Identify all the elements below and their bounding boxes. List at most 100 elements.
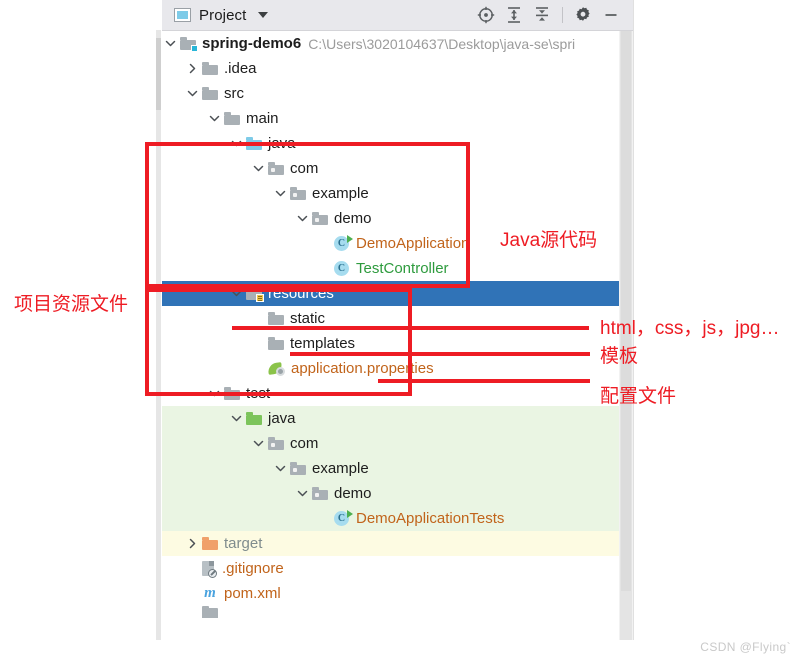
- tree-node-label: example: [312, 185, 369, 202]
- chevron-down-icon[interactable]: [164, 37, 177, 50]
- project-tool-window: Project spring-demo6 C:\Users\3020104637…: [78, 0, 634, 640]
- hide-button[interactable]: [598, 2, 624, 28]
- tree-node-test-java[interactable]: java: [162, 406, 634, 431]
- chevron-down-icon[interactable]: [230, 137, 243, 150]
- java-class-runnable-icon: C: [334, 509, 353, 527]
- tree-node-clipped[interactable]: [162, 606, 634, 618]
- folder-grey-icon: [202, 62, 218, 75]
- chevron-down-icon[interactable]: [208, 112, 221, 125]
- package-icon: [268, 162, 284, 175]
- tree-node-target[interactable]: target: [162, 531, 634, 556]
- tree-node-label: main: [246, 110, 279, 127]
- package-icon: [290, 187, 306, 200]
- gear-icon: [576, 7, 590, 21]
- expand-all-button[interactable]: [501, 2, 527, 28]
- tree-node-label: java: [268, 410, 296, 427]
- tree-node-label: .idea: [224, 60, 257, 77]
- tree-node-gitignore[interactable]: .gitignore: [162, 556, 634, 581]
- spring-properties-icon: [267, 361, 285, 376]
- tree-node-label: com: [290, 435, 319, 452]
- resource-root-folder-icon: [246, 287, 264, 302]
- folder-grey-icon: [268, 337, 284, 350]
- annotation-config-label: 配置文件: [600, 386, 677, 407]
- tree-node-label: pom.xml: [224, 585, 281, 602]
- chevron-down-icon[interactable]: [296, 212, 309, 225]
- maven-pom-icon: m: [204, 585, 216, 601]
- crosshair-target-icon: [477, 6, 495, 24]
- tree-node-label: src: [224, 85, 244, 102]
- tree-node-label: templates: [290, 335, 356, 352]
- tree-node-TestController[interactable]: C TestController: [162, 256, 634, 281]
- select-opened-file-button[interactable]: [473, 2, 499, 28]
- module-folder-icon: [180, 37, 198, 52]
- project-tree[interactable]: spring-demo6 C:\Users\3020104637\Desktop\…: [162, 31, 634, 640]
- tree-node-label: spring-demo6: [202, 35, 302, 52]
- package-icon: [312, 487, 328, 500]
- tree-node-templates[interactable]: templates: [162, 331, 634, 356]
- excluded-folder-orange-icon: [202, 537, 218, 550]
- tree-node-label: .gitignore: [222, 560, 284, 577]
- tree-node-main-java[interactable]: java: [162, 131, 634, 156]
- chevron-down-icon[interactable]: [296, 487, 309, 500]
- folder-grey-icon: [224, 112, 240, 125]
- chevron-down-icon[interactable]: [208, 387, 221, 400]
- chevron-down-icon[interactable]: [230, 412, 243, 425]
- java-class-runnable-icon: C: [334, 234, 353, 252]
- source-root-blue-folder-icon: [246, 137, 262, 150]
- tree-node-label: test: [246, 385, 271, 402]
- tab-project[interactable]: Project: [174, 7, 269, 24]
- tree-node-application.properties[interactable]: application.properties: [162, 356, 634, 381]
- folder-grey-icon: [202, 87, 218, 100]
- chevron-down-icon[interactable]: [274, 187, 287, 200]
- tree-node-test-example[interactable]: example: [162, 456, 634, 481]
- outer-scrollbar-thumb[interactable]: [156, 38, 161, 110]
- java-class-icon: C: [334, 260, 350, 277]
- tree-node-label: application.properties: [291, 360, 434, 377]
- chevron-down-icon[interactable]: [274, 462, 287, 475]
- tree-node-pom.xml[interactable]: m pom.xml: [162, 581, 634, 606]
- annotation-java-source-label: Java源代码: [500, 230, 598, 251]
- tree-node-spring-demo6[interactable]: spring-demo6 C:\Users\3020104637\Desktop\…: [162, 31, 634, 56]
- tree-node-main-com[interactable]: com: [162, 156, 634, 181]
- tree-node-resources[interactable]: resources: [162, 281, 634, 306]
- settings-button[interactable]: [570, 2, 596, 28]
- toolbar-divider: [562, 7, 563, 23]
- tree-node-main-example[interactable]: example: [162, 181, 634, 206]
- chevron-right-icon[interactable]: [186, 537, 199, 550]
- package-icon: [312, 212, 328, 225]
- folder-grey-icon: [268, 312, 284, 325]
- package-icon: [290, 462, 306, 475]
- tree-node-DemoApplicationTests[interactable]: C DemoApplicationTests: [162, 506, 634, 531]
- collapse-all-button[interactable]: [529, 2, 555, 28]
- tree-node-label: static: [290, 310, 326, 327]
- outer-scrollbar[interactable]: [156, 30, 161, 640]
- tree-node-label: target: [224, 535, 263, 552]
- tree-node-test[interactable]: test: [162, 381, 634, 406]
- project-panel-icon: [174, 8, 191, 22]
- tree-node-label: example: [312, 460, 369, 477]
- chevron-down-icon[interactable]: [258, 12, 269, 18]
- tree-node-src[interactable]: src: [162, 81, 634, 106]
- tree-node-path: C:\Users\3020104637\Desktop\java-se\spri: [308, 35, 576, 52]
- annotation-static-label: html，css，js，jpg…: [600, 318, 780, 339]
- annotation-project-resources-label: 项目资源文件: [14, 294, 129, 315]
- chevron-down-icon[interactable]: [230, 287, 243, 300]
- chevron-down-icon[interactable]: [186, 87, 199, 100]
- tree-node-idea[interactable]: .idea: [162, 56, 634, 81]
- annotation-templates-label: 模板: [600, 346, 639, 367]
- chevron-down-icon[interactable]: [252, 437, 265, 450]
- chevron-right-icon[interactable]: [186, 62, 199, 75]
- tree-node-test-com[interactable]: com: [162, 431, 634, 456]
- expand-all-icon: [508, 7, 520, 23]
- tree-node-label: DemoApplicationTests: [356, 510, 505, 527]
- folder-grey-icon: [202, 606, 218, 618]
- tree-scrollbar-thumb[interactable]: [621, 31, 631, 591]
- tree-node-test-demo[interactable]: demo: [162, 481, 634, 506]
- chevron-down-icon[interactable]: [252, 162, 265, 175]
- tool-window-header: Project: [162, 0, 634, 31]
- tree-node-main[interactable]: main: [162, 106, 634, 131]
- minimize-icon: [605, 14, 617, 16]
- package-icon: [268, 437, 284, 450]
- tree-node-static[interactable]: static: [162, 306, 634, 331]
- collapse-all-icon: [536, 7, 548, 21]
